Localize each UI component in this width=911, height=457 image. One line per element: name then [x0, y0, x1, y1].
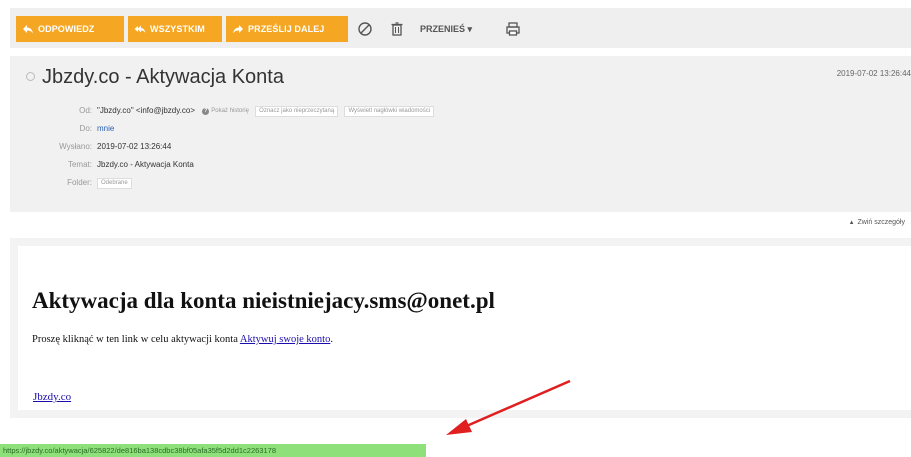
- activation-heading: Aktywacja dla konta nieistniejacy.sms@on…: [32, 288, 495, 313]
- reply-all-button[interactable]: WSZYSTKIM: [128, 16, 222, 42]
- message-header: Jbzdy.co - Aktywacja Konta 2019-07-02 13…: [10, 56, 911, 212]
- reply-all-label: WSZYSTKIM: [150, 24, 205, 34]
- sent-value: 2019-07-02 13:26:44: [97, 142, 172, 151]
- status-bar-url: https://jbzdy.co/aktywacja/625822/de816b…: [0, 444, 426, 457]
- arrow-head: [446, 419, 472, 435]
- forward-button[interactable]: PRZEŚLIJ DALEJ: [226, 16, 348, 42]
- message-toolbar: ODPOWIEDZ WSZYSTKIM PRZEŚLIJ DALEJ PRZEN…: [10, 8, 911, 48]
- forward-icon: [233, 25, 243, 34]
- block-icon[interactable]: [356, 20, 374, 38]
- print-icon[interactable]: [504, 20, 522, 38]
- from-value[interactable]: "Jbzdy.co" <info@jbzdy.co>: [97, 106, 195, 115]
- sent-row: Wysłano: 2019-07-02 13:26:44: [10, 140, 310, 154]
- message-subject: Jbzdy.co - Aktywacja Konta: [42, 66, 284, 88]
- show-history-label: Pokaż historię: [211, 108, 249, 114]
- collapse-details-button[interactable]: ▲ Zwiń szczegóły: [849, 219, 905, 226]
- mark-unread-button[interactable]: Oznacz jako nieprzeczytaną: [255, 106, 339, 117]
- from-label: Od:: [79, 106, 92, 115]
- message-body-frame: Aktywacja dla konta nieistniejacy.sms@on…: [10, 238, 911, 418]
- sent-label: Wysłano:: [59, 142, 92, 151]
- move-button[interactable]: PRZENIEŚ ▾: [420, 16, 472, 42]
- chevron-up-icon: ▲: [848, 220, 855, 226]
- activate-account-link[interactable]: Aktywuj swoje konto: [240, 334, 330, 345]
- subject-row: Temat: Jbzdy.co - Aktywacja Konta: [10, 158, 310, 172]
- activation-text: Proszę kliknąć w ten link w celu aktywac…: [32, 334, 333, 345]
- subject-value: Jbzdy.co - Aktywacja Konta: [97, 160, 194, 169]
- folder-label: Folder:: [67, 178, 92, 187]
- message-body: Aktywacja dla konta nieistniejacy.sms@on…: [18, 246, 911, 410]
- from-value-wrap: "Jbzdy.co" <info@jbzdy.co> ? Pokaż histor…: [97, 104, 435, 118]
- folder-value-wrap: Odebrane: [97, 176, 132, 190]
- message-date: 2019-07-02 13:26:44: [836, 69, 911, 78]
- from-row: Od: "Jbzdy.co" <info@jbzdy.co> ? Pokaż hi…: [10, 104, 610, 118]
- reply-all-icon: [134, 25, 146, 33]
- reply-button[interactable]: ODPOWIEDZ: [16, 16, 124, 42]
- site-link[interactable]: Jbzdy.co: [33, 391, 71, 403]
- folder-row: Folder: Odebrane: [10, 176, 310, 190]
- forward-label: PRZEŚLIJ DALEJ: [248, 24, 325, 34]
- subject-label: Temat:: [67, 160, 92, 169]
- to-label: Do:: [79, 124, 92, 133]
- reply-icon: [23, 25, 33, 34]
- to-value[interactable]: mnie: [97, 122, 114, 136]
- question-icon: ?: [202, 108, 210, 115]
- read-status-icon[interactable]: [26, 72, 35, 81]
- trash-icon[interactable]: [388, 20, 406, 38]
- activation-text-lead: Proszę kliknąć w ten link w celu aktywac…: [32, 334, 240, 345]
- collapse-details-label: Zwiń szczegóły: [857, 219, 905, 226]
- show-history-button[interactable]: ? Pokaż historię: [202, 104, 249, 118]
- show-headers-button[interactable]: Wyświetl nagłówki wiadomości: [344, 106, 435, 117]
- activation-text-end: .: [330, 334, 333, 345]
- folder-badge[interactable]: Odebrane: [97, 178, 132, 189]
- reply-label: ODPOWIEDZ: [38, 24, 95, 34]
- to-row: Do: mnie: [10, 122, 310, 136]
